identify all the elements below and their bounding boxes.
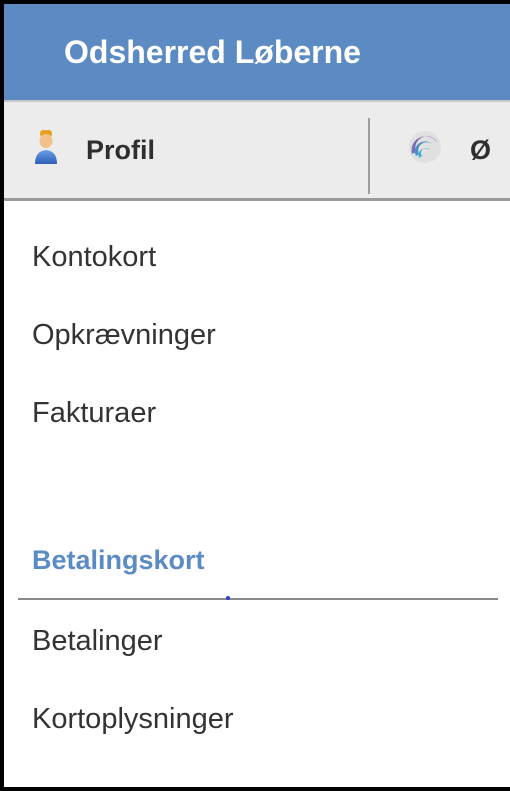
divider-dot [226,596,230,600]
section-divider [18,596,498,600]
tab-bar: Profil Ø [4,100,510,201]
swirl-icon [408,130,442,171]
section-heading-betalingskort: Betalingskort [32,545,205,575]
tab-profil[interactable]: Profil [34,102,155,198]
app-frame: Odsherred Løberne Profil Ø Kontokort Opk… [0,0,510,791]
menu-item-kontokort[interactable]: Kontokort [32,239,156,275]
menu-item-opkraevninger[interactable]: Opkrævninger [32,317,216,353]
tab-label: Ø [470,134,492,165]
menu-item-betalinger[interactable]: Betalinger [32,623,163,659]
user-icon [34,129,58,172]
tab-second[interactable]: Ø [408,102,491,198]
menu-item-kortoplysninger[interactable]: Kortoplysninger [32,701,234,737]
page-title: Odsherred Løberne [4,4,510,100]
tab-divider [368,118,370,194]
tab-label: Profil [86,134,156,165]
menu-item-fakturaer[interactable]: Fakturaer [32,395,156,431]
